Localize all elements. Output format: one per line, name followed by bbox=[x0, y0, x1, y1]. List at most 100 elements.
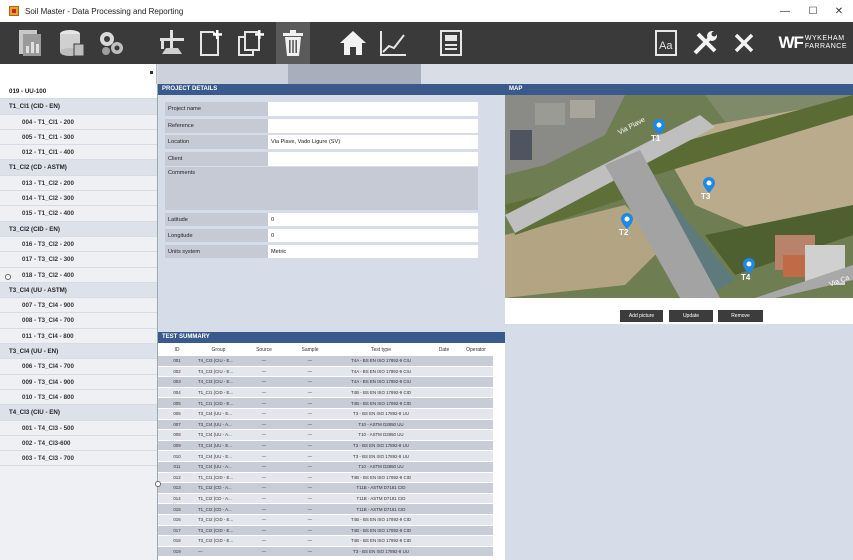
tree-item[interactable]: 016 - T3_CI2 - 200 bbox=[0, 236, 157, 253]
tree-item[interactable]: 007 - T3_CI4 - 900 bbox=[0, 298, 157, 314]
close-window-button[interactable]: ✕ bbox=[825, 0, 853, 22]
tree-group[interactable]: T3_CI2 (CID - EN) bbox=[0, 221, 157, 237]
table-row[interactable]: 013 T1_CI2 (CD - A... — — T11B - ASTM D7181 … bbox=[158, 482, 493, 494]
table-cell: — bbox=[241, 376, 287, 388]
column-header[interactable]: Group bbox=[196, 343, 241, 356]
minimize-button[interactable]: — bbox=[771, 0, 799, 22]
column-header[interactable]: Sample bbox=[287, 343, 333, 356]
table-row[interactable]: 008 T3_CI4 (UU - A... — — T10 - ASTM D2850 U… bbox=[158, 429, 493, 441]
tree-item[interactable]: 012 - T1_CI1 - 400 bbox=[0, 145, 157, 161]
map-pin-icon bbox=[703, 177, 715, 193]
resize-handle[interactable] bbox=[5, 274, 11, 280]
detail-input[interactable] bbox=[268, 167, 478, 211]
column-header[interactable]: Date bbox=[429, 343, 459, 356]
table-row[interactable]: 016 T3_CI2 (CID - E... — — T4B - BS EN ISO 1… bbox=[158, 514, 493, 526]
project-selector[interactable] bbox=[0, 64, 157, 84]
detail-input[interactable]: Via Piave, Vado Ligure (SV) bbox=[268, 135, 478, 150]
table-cell: — bbox=[287, 440, 333, 452]
tree-item[interactable]: 017 - T3_CI2 - 300 bbox=[0, 252, 157, 268]
table-row[interactable]: 007 T3_CI4 (UU - A... — — T10 - ASTM D2850 U… bbox=[158, 419, 493, 431]
tree-group[interactable]: T1_CI1 (CID - EN) bbox=[0, 99, 157, 115]
table-row[interactable]: 015 T1_CI2 (CD - A... — — T11B - ASTM D7181 … bbox=[158, 503, 493, 515]
map-view[interactable]: Via Piave Via Ca T1 T2 T3 T4 bbox=[505, 95, 853, 298]
tree-item[interactable]: 001 - T4_CI3 - 500 bbox=[0, 420, 157, 436]
home-button[interactable] bbox=[336, 22, 370, 64]
table-row[interactable]: 018 T3_CI2 (CID - E... — — T4B - BS EN ISO 1… bbox=[158, 535, 493, 547]
close-project-button[interactable] bbox=[728, 22, 760, 64]
detail-input[interactable]: 0 bbox=[268, 229, 478, 243]
table-cell: — bbox=[287, 387, 333, 399]
table-row[interactable]: 006 T3_CI4 (UU - E... — — T3 - BS EN ISO 178… bbox=[158, 408, 493, 420]
detail-input[interactable]: 0 bbox=[268, 213, 478, 227]
table-row[interactable]: 001 T4_CI3 (CIU - E... — — T4A - BS EN ISO 1… bbox=[158, 356, 493, 367]
table-row[interactable]: 002 T4_CI3 (CIU - E... — — T4A - BS EN ISO 1… bbox=[158, 366, 493, 378]
table-cell bbox=[429, 450, 459, 462]
drill-rig-button[interactable] bbox=[154, 22, 190, 64]
table-row[interactable]: 003 T4_CI3 (CIU - E... — — T4A - BS EN ISO 1… bbox=[158, 376, 493, 388]
detail-input[interactable] bbox=[268, 152, 478, 167]
table-cell: 015 bbox=[158, 503, 196, 515]
table-row[interactable]: 011 T3_CI4 (UU - A... — — T10 - ASTM D2850 U… bbox=[158, 461, 493, 473]
tree-item[interactable]: 009 - T3_CI4 - 900 bbox=[0, 374, 157, 390]
remove-button[interactable]: Remove bbox=[718, 310, 763, 322]
report-button[interactable] bbox=[14, 22, 46, 64]
chart-button[interactable] bbox=[376, 22, 410, 64]
maximize-button[interactable]: ☐ bbox=[799, 0, 827, 22]
column-header[interactable]: Operator bbox=[459, 343, 493, 356]
table-row[interactable]: 009 T3_CI4 (UU - E... — — T3 - BS EN ISO 178… bbox=[158, 440, 493, 452]
settings-gears-icon bbox=[100, 32, 123, 55]
duplicate-file-button[interactable] bbox=[234, 22, 268, 64]
update-button[interactable]: Update bbox=[669, 310, 713, 322]
map-pin[interactable]: T2 bbox=[619, 213, 633, 237]
map-pin[interactable]: T4 bbox=[741, 258, 755, 282]
map-pin[interactable]: T3 bbox=[701, 177, 715, 201]
detail-input[interactable] bbox=[268, 102, 478, 117]
table-row[interactable]: 017 T3_CI2 (CID - E... — — T4B - BS EN ISO 1… bbox=[158, 525, 493, 537]
tree-root[interactable]: 019 - UU-100 bbox=[0, 84, 157, 100]
table-row[interactable]: 005 T1_CI1 (CID - E... — — T4B - BS EN ISO 1… bbox=[158, 397, 493, 409]
tree-item[interactable]: 015 - T1_CI2 - 400 bbox=[0, 206, 157, 222]
tree-item[interactable]: 011 - T3_CI4 - 800 bbox=[0, 328, 157, 345]
tree-item[interactable]: 002 - T4_CI3-600 bbox=[0, 435, 157, 452]
resize-handle[interactable] bbox=[155, 481, 161, 487]
tree-item[interactable]: 018 - T3_CI2 - 400 bbox=[0, 267, 157, 283]
detail-input[interactable]: Metric bbox=[268, 245, 478, 259]
tree-item[interactable]: 013 - T1_CI2 - 200 bbox=[0, 175, 157, 192]
table-row[interactable]: 019— — — T3 - BS EN ISO 17892-8 UU bbox=[158, 546, 493, 558]
table-cell: T1_CI2 (CD - A... bbox=[196, 503, 241, 515]
table-cell: T3 - BS EN ISO 17892-8 UU bbox=[333, 450, 429, 462]
delete-button[interactable] bbox=[276, 22, 310, 64]
table-row[interactable]: 014 T1_CI2 (CD - A... — — T11B - ASTM D7181 … bbox=[158, 493, 493, 505]
add-picture-button[interactable]: Add picture bbox=[620, 310, 663, 322]
tree-group[interactable]: T1_CI2 (CD - ASTM) bbox=[0, 160, 157, 176]
settings-button[interactable] bbox=[94, 22, 128, 64]
secondary-strip bbox=[0, 64, 853, 84]
detail-input[interactable] bbox=[268, 119, 478, 134]
column-header[interactable]: Test type bbox=[333, 343, 429, 356]
document-view-button[interactable] bbox=[434, 22, 468, 64]
tree-group[interactable]: T3_CI4 (UU - EN) bbox=[0, 344, 157, 360]
tools-icon bbox=[693, 31, 717, 55]
map-pin[interactable]: T1 bbox=[651, 119, 665, 143]
tree-item[interactable]: 005 - T1_CI1 - 300 bbox=[0, 129, 157, 146]
tree-group[interactable]: T4_CI3 (CIU - EN) bbox=[0, 405, 157, 421]
table-row[interactable]: 010 T3_CI4 (UU - E... — — T3 - BS EN ISO 178… bbox=[158, 450, 493, 462]
tree-item[interactable]: 003 - T4_CI3 - 700 bbox=[0, 451, 157, 467]
column-header[interactable]: ID bbox=[158, 343, 196, 356]
tree-item[interactable]: 010 - T3_CI4 - 800 bbox=[0, 389, 157, 406]
font-settings-button[interactable]: Aa bbox=[650, 22, 682, 64]
table-cell: T4_CI3 (CIU - E... bbox=[196, 366, 241, 378]
table-row[interactable]: 004 T1_CI1 (CID - E... — — T4B - BS EN ISO 1… bbox=[158, 387, 493, 399]
tree-item[interactable]: 004 - T1_CI1 - 200 bbox=[0, 114, 157, 130]
database-button[interactable] bbox=[56, 22, 88, 64]
satellite-map bbox=[505, 95, 853, 298]
tree-item[interactable]: 006 - T3_CI4 - 700 bbox=[0, 359, 157, 375]
new-file-button[interactable] bbox=[196, 22, 226, 64]
table-row[interactable]: 012 T1_CI1 (CID - E... — — T4B - BS EN ISO 1… bbox=[158, 472, 493, 484]
tools-button[interactable] bbox=[688, 22, 722, 64]
column-header[interactable]: Source bbox=[241, 343, 287, 356]
chart-icon bbox=[380, 31, 406, 56]
tree-item[interactable]: 014 - T1_CI2 - 300 bbox=[0, 191, 157, 207]
tree-item[interactable]: 008 - T3_CI4 - 700 bbox=[0, 313, 157, 329]
tree-group[interactable]: T3_CI4 (UU - ASTM) bbox=[0, 282, 157, 299]
